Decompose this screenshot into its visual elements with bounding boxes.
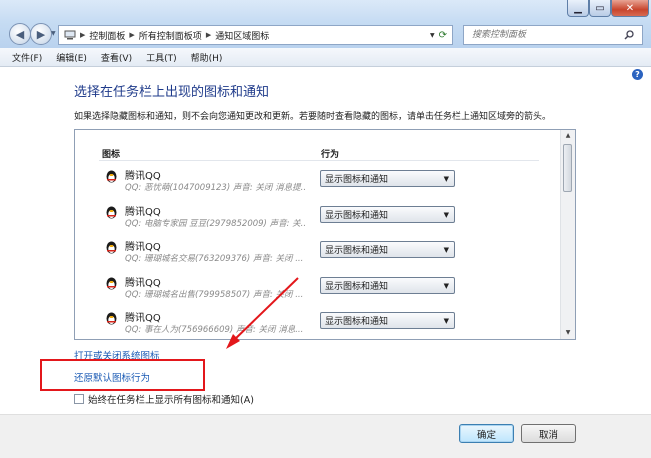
qq-penguin-icon bbox=[106, 241, 117, 254]
app-detail: QQ: 珊瑚城名出售(799958507) 声音: 关闭 ... bbox=[125, 290, 304, 300]
always-show-checkbox[interactable] bbox=[74, 394, 84, 404]
menu-file[interactable]: 文件(F) bbox=[12, 51, 42, 64]
behavior-dropdown[interactable]: 显示图标和通知 ▼ bbox=[320, 277, 455, 294]
menu-tools[interactable]: 工具(T) bbox=[146, 51, 177, 64]
breadcrumb-separator-icon: ▶ bbox=[80, 31, 86, 39]
dropdown-arrow-icon: ▼ bbox=[443, 175, 449, 183]
behavior-dropdown[interactable]: 显示图标和通知 ▼ bbox=[320, 170, 455, 187]
always-show-label: 始终在任务栏上显示所有图标和通知(A) bbox=[88, 395, 254, 406]
menu-help[interactable]: 帮助(H) bbox=[191, 51, 223, 64]
help-icon[interactable]: ? bbox=[632, 69, 643, 80]
behavior-dropdown[interactable]: 显示图标和通知 ▼ bbox=[320, 241, 455, 258]
behavior-value: 显示图标和通知 bbox=[325, 317, 389, 327]
close-button[interactable]: ✕ bbox=[611, 0, 649, 17]
behavior-value: 显示图标和通知 bbox=[325, 175, 389, 185]
cancel-button[interactable]: 取消 bbox=[521, 424, 576, 443]
icon-list-panel: 图标 行为 腾讯QQ QQ: 恶忧萌(1047009123) 声音: 关闭 消息… bbox=[74, 129, 576, 340]
app-detail: QQ: 事在人为(756966609) 声音: 关闭 消息... bbox=[125, 325, 304, 335]
dropdown-arrow-icon: ▼ bbox=[443, 246, 449, 254]
app-detail: QQ: 恶忧萌(1047009123) 声音: 关闭 消息提... bbox=[125, 183, 305, 193]
page-title: 选择在任务栏上出现的图标和通知 bbox=[74, 85, 270, 100]
qq-penguin-icon bbox=[106, 206, 117, 219]
content-area: ? 选择在任务栏上出现的图标和通知 如果选择隐藏图标和通知，则不会向您通知更改和… bbox=[0, 67, 651, 458]
app-name: 腾讯QQ bbox=[125, 207, 161, 218]
behavior-dropdown[interactable]: 显示图标和通知 ▼ bbox=[320, 312, 455, 329]
menu-bar: 文件(F) 编辑(E) 查看(V) 工具(T) 帮助(H) bbox=[0, 48, 651, 67]
back-button[interactable]: ◀ bbox=[9, 23, 31, 45]
search-icon[interactable] bbox=[624, 30, 634, 40]
scroll-thumb[interactable] bbox=[563, 144, 572, 192]
breadcrumb-all-items[interactable]: 所有控制面板项 bbox=[139, 29, 202, 42]
dialog-footer: 确定 取消 bbox=[0, 414, 651, 458]
app-detail: QQ: 电脑专家园 豆豆(2979852009) 声音: 关... bbox=[125, 219, 305, 229]
title-bar: ▁ ▭ ✕ ◀ ▶ ▼ ▶ 控制面板 ▶ 所有控制面板项 ▶ 通知区域图标 ▼ … bbox=[0, 0, 651, 48]
app-name: 腾讯QQ bbox=[125, 171, 161, 182]
behavior-dropdown[interactable]: 显示图标和通知 ▼ bbox=[320, 206, 455, 223]
address-dropdown-icon[interactable]: ▼ bbox=[430, 32, 435, 39]
scroll-up-icon[interactable]: ▲ bbox=[561, 130, 575, 142]
list-scrollbar[interactable]: ▲ ▼ bbox=[560, 130, 575, 339]
qq-penguin-icon bbox=[106, 312, 117, 325]
computer-icon bbox=[64, 30, 76, 40]
app-name: 腾讯QQ bbox=[125, 313, 161, 324]
address-bar[interactable]: ▶ 控制面板 ▶ 所有控制面板项 ▶ 通知区域图标 ▼ ⟳ bbox=[58, 25, 453, 45]
search-input[interactable] bbox=[470, 29, 624, 41]
refresh-icon[interactable]: ⟳ bbox=[439, 30, 447, 41]
forward-button[interactable]: ▶ bbox=[30, 23, 52, 45]
behavior-value: 显示图标和通知 bbox=[325, 211, 389, 221]
breadcrumb-notification-icons[interactable]: 通知区域图标 bbox=[215, 29, 269, 42]
icon-row: 腾讯QQ QQ: 珊瑚城名出售(799958507) 声音: 关闭 ... 显示… bbox=[75, 271, 563, 306]
app-detail: QQ: 珊瑚城名交易(763209376) 声音: 关闭 ... bbox=[125, 254, 304, 264]
menu-edit[interactable]: 编辑(E) bbox=[56, 51, 87, 64]
back-arrow-icon: ◀ bbox=[15, 27, 25, 41]
icon-row: 腾讯QQ QQ: 恶忧萌(1047009123) 声音: 关闭 消息提... 显… bbox=[75, 164, 563, 199]
app-name: 腾讯QQ bbox=[125, 278, 161, 289]
recent-pages-chevron-icon[interactable]: ▼ bbox=[51, 30, 56, 37]
forward-arrow-icon: ▶ bbox=[36, 27, 46, 41]
breadcrumb-control-panel[interactable]: 控制面板 bbox=[89, 29, 125, 42]
search-box[interactable] bbox=[463, 25, 643, 45]
breadcrumb-separator-icon: ▶ bbox=[129, 31, 135, 39]
icon-row: 腾讯QQ QQ: 珊瑚城名交易(763209376) 声音: 关闭 ... 显示… bbox=[75, 235, 563, 270]
qq-penguin-icon bbox=[106, 277, 117, 290]
app-name: 腾讯QQ bbox=[125, 242, 161, 253]
column-header-behavior: 行为 bbox=[321, 150, 340, 160]
annotation-highlight-box bbox=[40, 359, 205, 391]
icon-row: 腾讯QQ QQ: 事在人为(756966609) 声音: 关闭 消息... 显示… bbox=[75, 306, 563, 339]
qq-penguin-icon bbox=[106, 170, 117, 183]
breadcrumb-separator-icon: ▶ bbox=[205, 31, 212, 39]
dropdown-arrow-icon: ▼ bbox=[443, 282, 449, 290]
scroll-down-icon[interactable]: ▼ bbox=[561, 327, 575, 339]
always-show-option[interactable]: 始终在任务栏上显示所有图标和通知(A) bbox=[74, 392, 254, 406]
control-panel-window: ▁ ▭ ✕ ◀ ▶ ▼ ▶ 控制面板 ▶ 所有控制面板项 ▶ 通知区域图标 ▼ … bbox=[0, 0, 651, 458]
header-divider bbox=[99, 160, 539, 161]
page-description: 如果选择隐藏图标和通知，则不会向您通知更改和更新。若要随时查看隐藏的图标，请单击… bbox=[74, 112, 552, 122]
behavior-value: 显示图标和通知 bbox=[325, 282, 389, 292]
menu-view[interactable]: 查看(V) bbox=[101, 51, 132, 64]
column-header-icon: 图标 bbox=[102, 150, 121, 160]
icon-row: 腾讯QQ QQ: 电脑专家园 豆豆(2979852009) 声音: 关... 显… bbox=[75, 200, 563, 235]
minimize-button[interactable]: ▁ bbox=[567, 0, 589, 17]
dropdown-arrow-icon: ▼ bbox=[443, 211, 449, 219]
dropdown-arrow-icon: ▼ bbox=[443, 317, 449, 325]
ok-button[interactable]: 确定 bbox=[459, 424, 514, 443]
behavior-value: 显示图标和通知 bbox=[325, 246, 389, 256]
maximize-button[interactable]: ▭ bbox=[589, 0, 611, 17]
